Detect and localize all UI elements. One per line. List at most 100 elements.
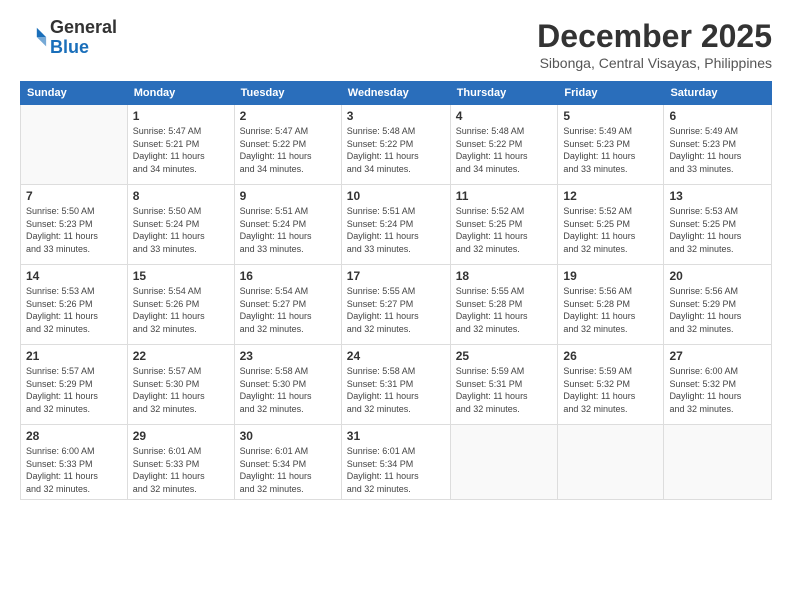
day-number: 20 bbox=[669, 269, 766, 283]
calendar-cell: 13Sunrise: 5:53 AMSunset: 5:25 PMDayligh… bbox=[664, 185, 772, 265]
weekday-header-monday: Monday bbox=[127, 82, 234, 105]
day-number: 14 bbox=[26, 269, 122, 283]
day-info: Sunrise: 5:55 AMSunset: 5:28 PMDaylight:… bbox=[456, 285, 553, 335]
weekday-header-wednesday: Wednesday bbox=[341, 82, 450, 105]
day-info: Sunrise: 5:53 AMSunset: 5:25 PMDaylight:… bbox=[669, 205, 766, 255]
logo-line1: General bbox=[50, 17, 117, 37]
day-info: Sunrise: 5:50 AMSunset: 5:24 PMDaylight:… bbox=[133, 205, 229, 255]
day-number: 17 bbox=[347, 269, 445, 283]
month-year: December 2025 bbox=[537, 18, 772, 55]
weekday-header-saturday: Saturday bbox=[664, 82, 772, 105]
day-number: 2 bbox=[240, 109, 336, 123]
day-number: 24 bbox=[347, 349, 445, 363]
logo-line2: Blue bbox=[50, 37, 89, 57]
weekday-header-thursday: Thursday bbox=[450, 82, 558, 105]
calendar-cell bbox=[664, 425, 772, 500]
day-info: Sunrise: 6:00 AMSunset: 5:32 PMDaylight:… bbox=[669, 365, 766, 415]
day-number: 11 bbox=[456, 189, 553, 203]
calendar-cell: 19 Sunrise: 5:56 AMSunset: 5:28 PMDayligh… bbox=[558, 265, 664, 345]
calendar-cell: 14Sunrise: 5:53 AMSunset: 5:26 PMDayligh… bbox=[21, 265, 128, 345]
calendar-cell bbox=[558, 425, 664, 500]
week-row-1: 1Sunrise: 5:47 AMSunset: 5:21 PMDaylight… bbox=[21, 105, 772, 185]
calendar-cell: 25 Sunrise: 5:59 AMSunset: 5:31 PMDayligh… bbox=[450, 345, 558, 425]
day-info: Sunrise: 5:48 AMSunset: 5:22 PMDaylight:… bbox=[456, 125, 553, 175]
day-info: Sunrise: 5:49 AMSunset: 5:23 PMDaylight:… bbox=[669, 125, 766, 175]
day-info: Sunrise: 5:57 AMSunset: 5:30 PMDaylight:… bbox=[133, 365, 229, 415]
weekday-header-sunday: Sunday bbox=[21, 82, 128, 105]
day-number: 31 bbox=[347, 429, 445, 443]
weekday-header-tuesday: Tuesday bbox=[234, 82, 341, 105]
day-number: 27 bbox=[669, 349, 766, 363]
calendar-cell: 23 Sunrise: 5:58 AMSunset: 5:30 PMDayligh… bbox=[234, 345, 341, 425]
day-info: Sunrise: 6:01 AMSunset: 5:34 PMDaylight:… bbox=[240, 445, 336, 495]
calendar-cell: 2Sunrise: 5:47 AMSunset: 5:22 PMDaylight… bbox=[234, 105, 341, 185]
calendar-cell: 17 Sunrise: 5:55 AMSunset: 5:27 PMDayligh… bbox=[341, 265, 450, 345]
calendar-cell: 1Sunrise: 5:47 AMSunset: 5:21 PMDaylight… bbox=[127, 105, 234, 185]
week-row-5: 28 Sunrise: 6:00 AMSunset: 5:33 PMDayligh… bbox=[21, 425, 772, 500]
day-number: 25 bbox=[456, 349, 553, 363]
calendar-cell: 6 Sunrise: 5:49 AMSunset: 5:23 PMDaylight… bbox=[664, 105, 772, 185]
calendar-cell: 29 Sunrise: 6:01 AMSunset: 5:33 PMDayligh… bbox=[127, 425, 234, 500]
calendar-cell: 18 Sunrise: 5:55 AMSunset: 5:28 PMDayligh… bbox=[450, 265, 558, 345]
day-info: Sunrise: 5:49 AMSunset: 5:23 PMDaylight:… bbox=[563, 125, 658, 175]
logo-icon bbox=[20, 24, 48, 52]
calendar-cell: 8 Sunrise: 5:50 AMSunset: 5:24 PMDaylight… bbox=[127, 185, 234, 265]
calendar-table: SundayMondayTuesdayWednesdayThursdayFrid… bbox=[20, 81, 772, 500]
week-row-3: 14Sunrise: 5:53 AMSunset: 5:26 PMDayligh… bbox=[21, 265, 772, 345]
day-number: 26 bbox=[563, 349, 658, 363]
calendar-cell: 20 Sunrise: 5:56 AMSunset: 5:29 PMDayligh… bbox=[664, 265, 772, 345]
day-number: 8 bbox=[133, 189, 229, 203]
day-number: 30 bbox=[240, 429, 336, 443]
day-number: 18 bbox=[456, 269, 553, 283]
calendar-cell: 24 Sunrise: 5:58 AMSunset: 5:31 PMDayligh… bbox=[341, 345, 450, 425]
day-number: 23 bbox=[240, 349, 336, 363]
calendar-cell: 15 Sunrise: 5:54 AMSunset: 5:26 PMDayligh… bbox=[127, 265, 234, 345]
day-info: Sunrise: 5:56 AMSunset: 5:28 PMDaylight:… bbox=[563, 285, 658, 335]
calendar-cell: 3Sunrise: 5:48 AMSunset: 5:22 PMDaylight… bbox=[341, 105, 450, 185]
calendar-cell: 16 Sunrise: 5:54 AMSunset: 5:27 PMDayligh… bbox=[234, 265, 341, 345]
day-number: 29 bbox=[133, 429, 229, 443]
day-info: Sunrise: 5:58 AMSunset: 5:31 PMDaylight:… bbox=[347, 365, 445, 415]
day-info: Sunrise: 6:00 AMSunset: 5:33 PMDaylight:… bbox=[26, 445, 122, 495]
day-info: Sunrise: 5:56 AMSunset: 5:29 PMDaylight:… bbox=[669, 285, 766, 335]
day-number: 4 bbox=[456, 109, 553, 123]
day-info: Sunrise: 5:55 AMSunset: 5:27 PMDaylight:… bbox=[347, 285, 445, 335]
week-row-2: 7Sunrise: 5:50 AMSunset: 5:23 PMDaylight… bbox=[21, 185, 772, 265]
location: Sibonga, Central Visayas, Philippines bbox=[537, 55, 772, 71]
day-info: Sunrise: 5:57 AMSunset: 5:29 PMDaylight:… bbox=[26, 365, 122, 415]
calendar-cell bbox=[21, 105, 128, 185]
day-number: 15 bbox=[133, 269, 229, 283]
calendar-cell: 9 Sunrise: 5:51 AMSunset: 5:24 PMDaylight… bbox=[234, 185, 341, 265]
calendar-cell: 21 Sunrise: 5:57 AMSunset: 5:29 PMDayligh… bbox=[21, 345, 128, 425]
title-section: December 2025 Sibonga, Central Visayas, … bbox=[537, 18, 772, 71]
day-info: Sunrise: 6:01 AMSunset: 5:33 PMDaylight:… bbox=[133, 445, 229, 495]
day-number: 16 bbox=[240, 269, 336, 283]
day-info: Sunrise: 5:58 AMSunset: 5:30 PMDaylight:… bbox=[240, 365, 336, 415]
day-info: Sunrise: 6:01 AMSunset: 5:34 PMDaylight:… bbox=[347, 445, 445, 495]
day-number: 28 bbox=[26, 429, 122, 443]
calendar-cell: 27 Sunrise: 6:00 AMSunset: 5:32 PMDayligh… bbox=[664, 345, 772, 425]
day-number: 5 bbox=[563, 109, 658, 123]
day-info: Sunrise: 5:59 AMSunset: 5:32 PMDaylight:… bbox=[563, 365, 658, 415]
day-info: Sunrise: 5:52 AMSunset: 5:25 PMDaylight:… bbox=[456, 205, 553, 255]
calendar-cell: 7Sunrise: 5:50 AMSunset: 5:23 PMDaylight… bbox=[21, 185, 128, 265]
calendar-cell: 10 Sunrise: 5:51 AMSunset: 5:24 PMDayligh… bbox=[341, 185, 450, 265]
day-info: Sunrise: 5:51 AMSunset: 5:24 PMDaylight:… bbox=[347, 205, 445, 255]
weekday-header-row: SundayMondayTuesdayWednesdayThursdayFrid… bbox=[21, 82, 772, 105]
weekday-header-friday: Friday bbox=[558, 82, 664, 105]
day-number: 10 bbox=[347, 189, 445, 203]
day-number: 22 bbox=[133, 349, 229, 363]
day-info: Sunrise: 5:51 AMSunset: 5:24 PMDaylight:… bbox=[240, 205, 336, 255]
calendar-cell: 4 Sunrise: 5:48 AMSunset: 5:22 PMDaylight… bbox=[450, 105, 558, 185]
day-info: Sunrise: 5:54 AMSunset: 5:26 PMDaylight:… bbox=[133, 285, 229, 335]
header: General Blue December 2025 Sibonga, Cent… bbox=[20, 18, 772, 71]
day-info: Sunrise: 5:59 AMSunset: 5:31 PMDaylight:… bbox=[456, 365, 553, 415]
day-info: Sunrise: 5:48 AMSunset: 5:22 PMDaylight:… bbox=[347, 125, 445, 175]
calendar-cell: 22 Sunrise: 5:57 AMSunset: 5:30 PMDayligh… bbox=[127, 345, 234, 425]
day-number: 19 bbox=[563, 269, 658, 283]
day-info: Sunrise: 5:52 AMSunset: 5:25 PMDaylight:… bbox=[563, 205, 658, 255]
day-info: Sunrise: 5:54 AMSunset: 5:27 PMDaylight:… bbox=[240, 285, 336, 335]
day-number: 21 bbox=[26, 349, 122, 363]
day-number: 9 bbox=[240, 189, 336, 203]
day-number: 6 bbox=[669, 109, 766, 123]
